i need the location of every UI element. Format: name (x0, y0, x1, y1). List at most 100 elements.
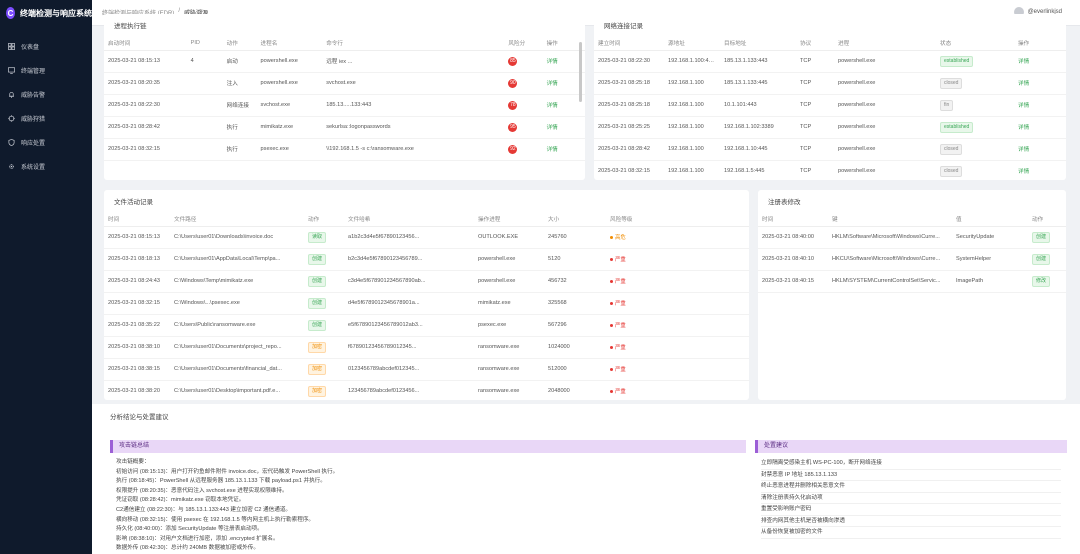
action-badge-tag: 修改 (1032, 275, 1051, 287)
column-header[interactable]: 操作 (1014, 36, 1066, 51)
table-row[interactable]: 2025-03-21 08:38:15 C:\Users\user01\Docum… (104, 358, 749, 381)
column-header[interactable]: 进程 (834, 36, 936, 51)
column-header[interactable]: PID (186, 36, 223, 51)
process-name-cell: psexec.exe (256, 138, 323, 161)
panel-header: 攻击链总结 (110, 440, 746, 453)
column-header[interactable]: 动作 (304, 212, 344, 227)
table-row[interactable]: 2025-03-21 08:32:15 执行 psexec.exe \\192.168… (104, 138, 585, 161)
severity-cell: 严重 (606, 248, 749, 271)
column-header[interactable]: 目标地址 (720, 36, 796, 51)
size-cell: 512000 (544, 358, 606, 381)
status-badge: closed (936, 72, 1014, 95)
table-row[interactable]: 2025-03-21 08:25:18 192.168.1.100 10.1.101… (594, 94, 1066, 117)
pid-cell (186, 116, 223, 139)
action-badge: 加密 (304, 358, 344, 381)
detail-link[interactable]: 详情 (1014, 72, 1066, 95)
sidebar-item-endpoints[interactable]: 终端管理 (0, 58, 92, 82)
size-cell: 5120 (544, 248, 606, 271)
card-title: 注册表修改 (768, 199, 801, 206)
column-header[interactable]: 建立时间 (594, 36, 664, 51)
destination-cell: 10.1.101:443 (720, 94, 796, 117)
sidebar-item-alerts[interactable]: 威胁告警 (0, 82, 92, 106)
column-header[interactable]: 源地址 (664, 36, 720, 51)
detail-link[interactable]: 详情 (1014, 50, 1066, 73)
column-header[interactable]: 动作 (1028, 212, 1066, 227)
table-row[interactable]: 2025-03-21 08:20:35 注入 powershell.exe svcho… (104, 72, 585, 95)
column-header[interactable]: 时间 (104, 212, 170, 227)
table-row[interactable]: 2025-03-21 08:38:20 C:\Users\user01\Deskt… (104, 380, 749, 400)
detail-link[interactable]: 详情 (1014, 94, 1066, 117)
table-row[interactable]: 2025-03-21 08:40:10 HKCU\Software\Microso… (758, 248, 1066, 271)
sidebar-item-hunting[interactable]: 威胁狩猎 (0, 106, 92, 130)
column-header[interactable]: 风险分 (504, 36, 543, 51)
table-row[interactable]: 2025-03-21 08:32:15 C:\Windows\...\psexec… (104, 292, 749, 315)
sidebar-item-dashboard[interactable]: 仪表盘 (0, 34, 92, 58)
severity-badge: 严重 (610, 279, 626, 285)
severity-label: 严重 (615, 301, 626, 307)
table-row[interactable]: 2025-03-21 08:24:43 C:\Windows\Temp\mimik… (104, 270, 749, 293)
time-cell: 2025-03-21 08:32:15 (104, 138, 187, 161)
table-row[interactable]: 2025-03-21 08:28:42 执行 mimikatz.exe sekurls… (104, 116, 585, 139)
sidebar-item-settings[interactable]: 系统设置 (0, 154, 92, 178)
scrollbar[interactable] (579, 42, 582, 102)
action-badge: 创建 (304, 314, 344, 337)
hash-cell: e5f67890123456789012ab3... (344, 314, 474, 337)
registry-key-cell: HKCU\Software\Microsoft\Windows\Curre... (828, 248, 952, 271)
column-header[interactable]: 键 (828, 212, 952, 227)
table-row[interactable]: 2025-03-21 08:38:10 C:\Users\user01\Docum… (104, 336, 749, 359)
sidebar-item-response[interactable]: 响应处置 (0, 130, 92, 154)
attack-chain-item: 凭证窃取 (08:28:42)：mimikatz.exe 窃取本地凭证。 (116, 497, 245, 504)
column-header[interactable]: 状态 (936, 36, 1014, 51)
column-header[interactable]: 协议 (796, 36, 834, 51)
table-row[interactable]: 2025-03-21 08:15:13 C:\Users\user01\Downl… (104, 226, 749, 249)
process-name-cell: powershell.exe (256, 50, 323, 73)
column-header[interactable]: 操作进程 (474, 212, 544, 227)
detail-link[interactable]: 详情 (1014, 138, 1066, 161)
table-row[interactable]: 2025-03-21 08:35:22 C:\Users\Public\ranso… (104, 314, 749, 337)
column-header[interactable]: 值 (952, 212, 1028, 227)
brand[interactable]: C 终端检测与响应系统 (0, 0, 92, 26)
table-row[interactable]: 2025-03-21 08:22:30 网络连接 svchost.exe 185.13… (104, 94, 585, 117)
column-header[interactable]: 时间 (758, 212, 828, 227)
severity-cell: 严重 (606, 336, 749, 359)
table-row[interactable]: 2025-03-21 08:18:13 C:\Users\user01\AppDa… (104, 248, 749, 271)
column-header[interactable]: 进程名 (256, 36, 323, 51)
file-path-cell: C:\Users\user01\Desktop\important.pdf.e.… (170, 380, 304, 400)
process-cell: powershell.exe (834, 116, 936, 139)
action-badge: 创建 (304, 248, 344, 271)
column-header[interactable]: 风险等级 (606, 212, 749, 227)
table-row[interactable]: 2025-03-21 08:40:15 HKLM\SYSTEM\CurrentCo… (758, 270, 1066, 293)
table-row[interactable]: 2025-03-21 08:28:42 192.168.1.100 192.168.… (594, 138, 1066, 161)
column-header[interactable]: 启动时间 (104, 36, 187, 51)
suggestion-item: 清除注册表持久化启动项 (761, 493, 1061, 504)
column-header[interactable]: 动作 (222, 36, 257, 51)
table-row[interactable]: 2025-03-21 08:25:18 192.168.1.100 185.13.1… (594, 72, 1066, 95)
table-header-row: 时间 键 值 动作 (758, 212, 1066, 227)
detail-link[interactable]: 详情 (1014, 116, 1066, 139)
suggestion-list: 立即隔离受感染主机 WS-PC-100，断开网络连接 封禁恶意 IP 地址 185… (755, 453, 1067, 544)
table-row[interactable]: 2025-03-21 08:32:15 192.168.1.100 192.168.… (594, 160, 1066, 180)
detail-link[interactable]: 详情 (1014, 160, 1066, 180)
column-header[interactable]: 文件路径 (170, 212, 304, 227)
destination-cell: 192.168.1.5:445 (720, 160, 796, 180)
table-row[interactable]: 2025-03-21 08:25:25 192.168.1.100 192.168.… (594, 116, 1066, 139)
table-row[interactable]: 2025-03-21 08:15:13 4 启动 powershell.exe 远程 i… (104, 50, 585, 73)
size-cell: 245760 (544, 226, 606, 249)
risk-score: 78 (504, 94, 543, 117)
severity-label: 严重 (615, 257, 626, 263)
card-title: 网络连接记录 (604, 23, 643, 30)
detail-link[interactable]: 详情 (542, 138, 585, 161)
detail-link[interactable]: 详情 (542, 116, 585, 139)
column-header[interactable]: 命令行 (322, 36, 505, 51)
monitor-icon (8, 66, 15, 74)
severity-badge: 严重 (610, 345, 626, 351)
protocol-cell: TCP (796, 116, 834, 139)
time-cell: 2025-03-21 08:40:10 (758, 248, 828, 271)
table-row[interactable]: 2025-03-21 08:40:00 HKLM\Software\Microso… (758, 226, 1066, 249)
attack-chain-item: C2通信建立 (08:22:30)：与 185.13.1.133:443 建立加… (116, 506, 292, 513)
column-header[interactable]: 大小 (544, 212, 606, 227)
table-row[interactable]: 2025-03-21 08:22:30 192.168.1.100:49152 18… (594, 50, 1066, 73)
time-cell: 2025-03-21 08:15:13 (104, 50, 187, 73)
column-header[interactable]: 文件哈希 (344, 212, 474, 227)
severity-badge: 严重 (610, 367, 626, 373)
